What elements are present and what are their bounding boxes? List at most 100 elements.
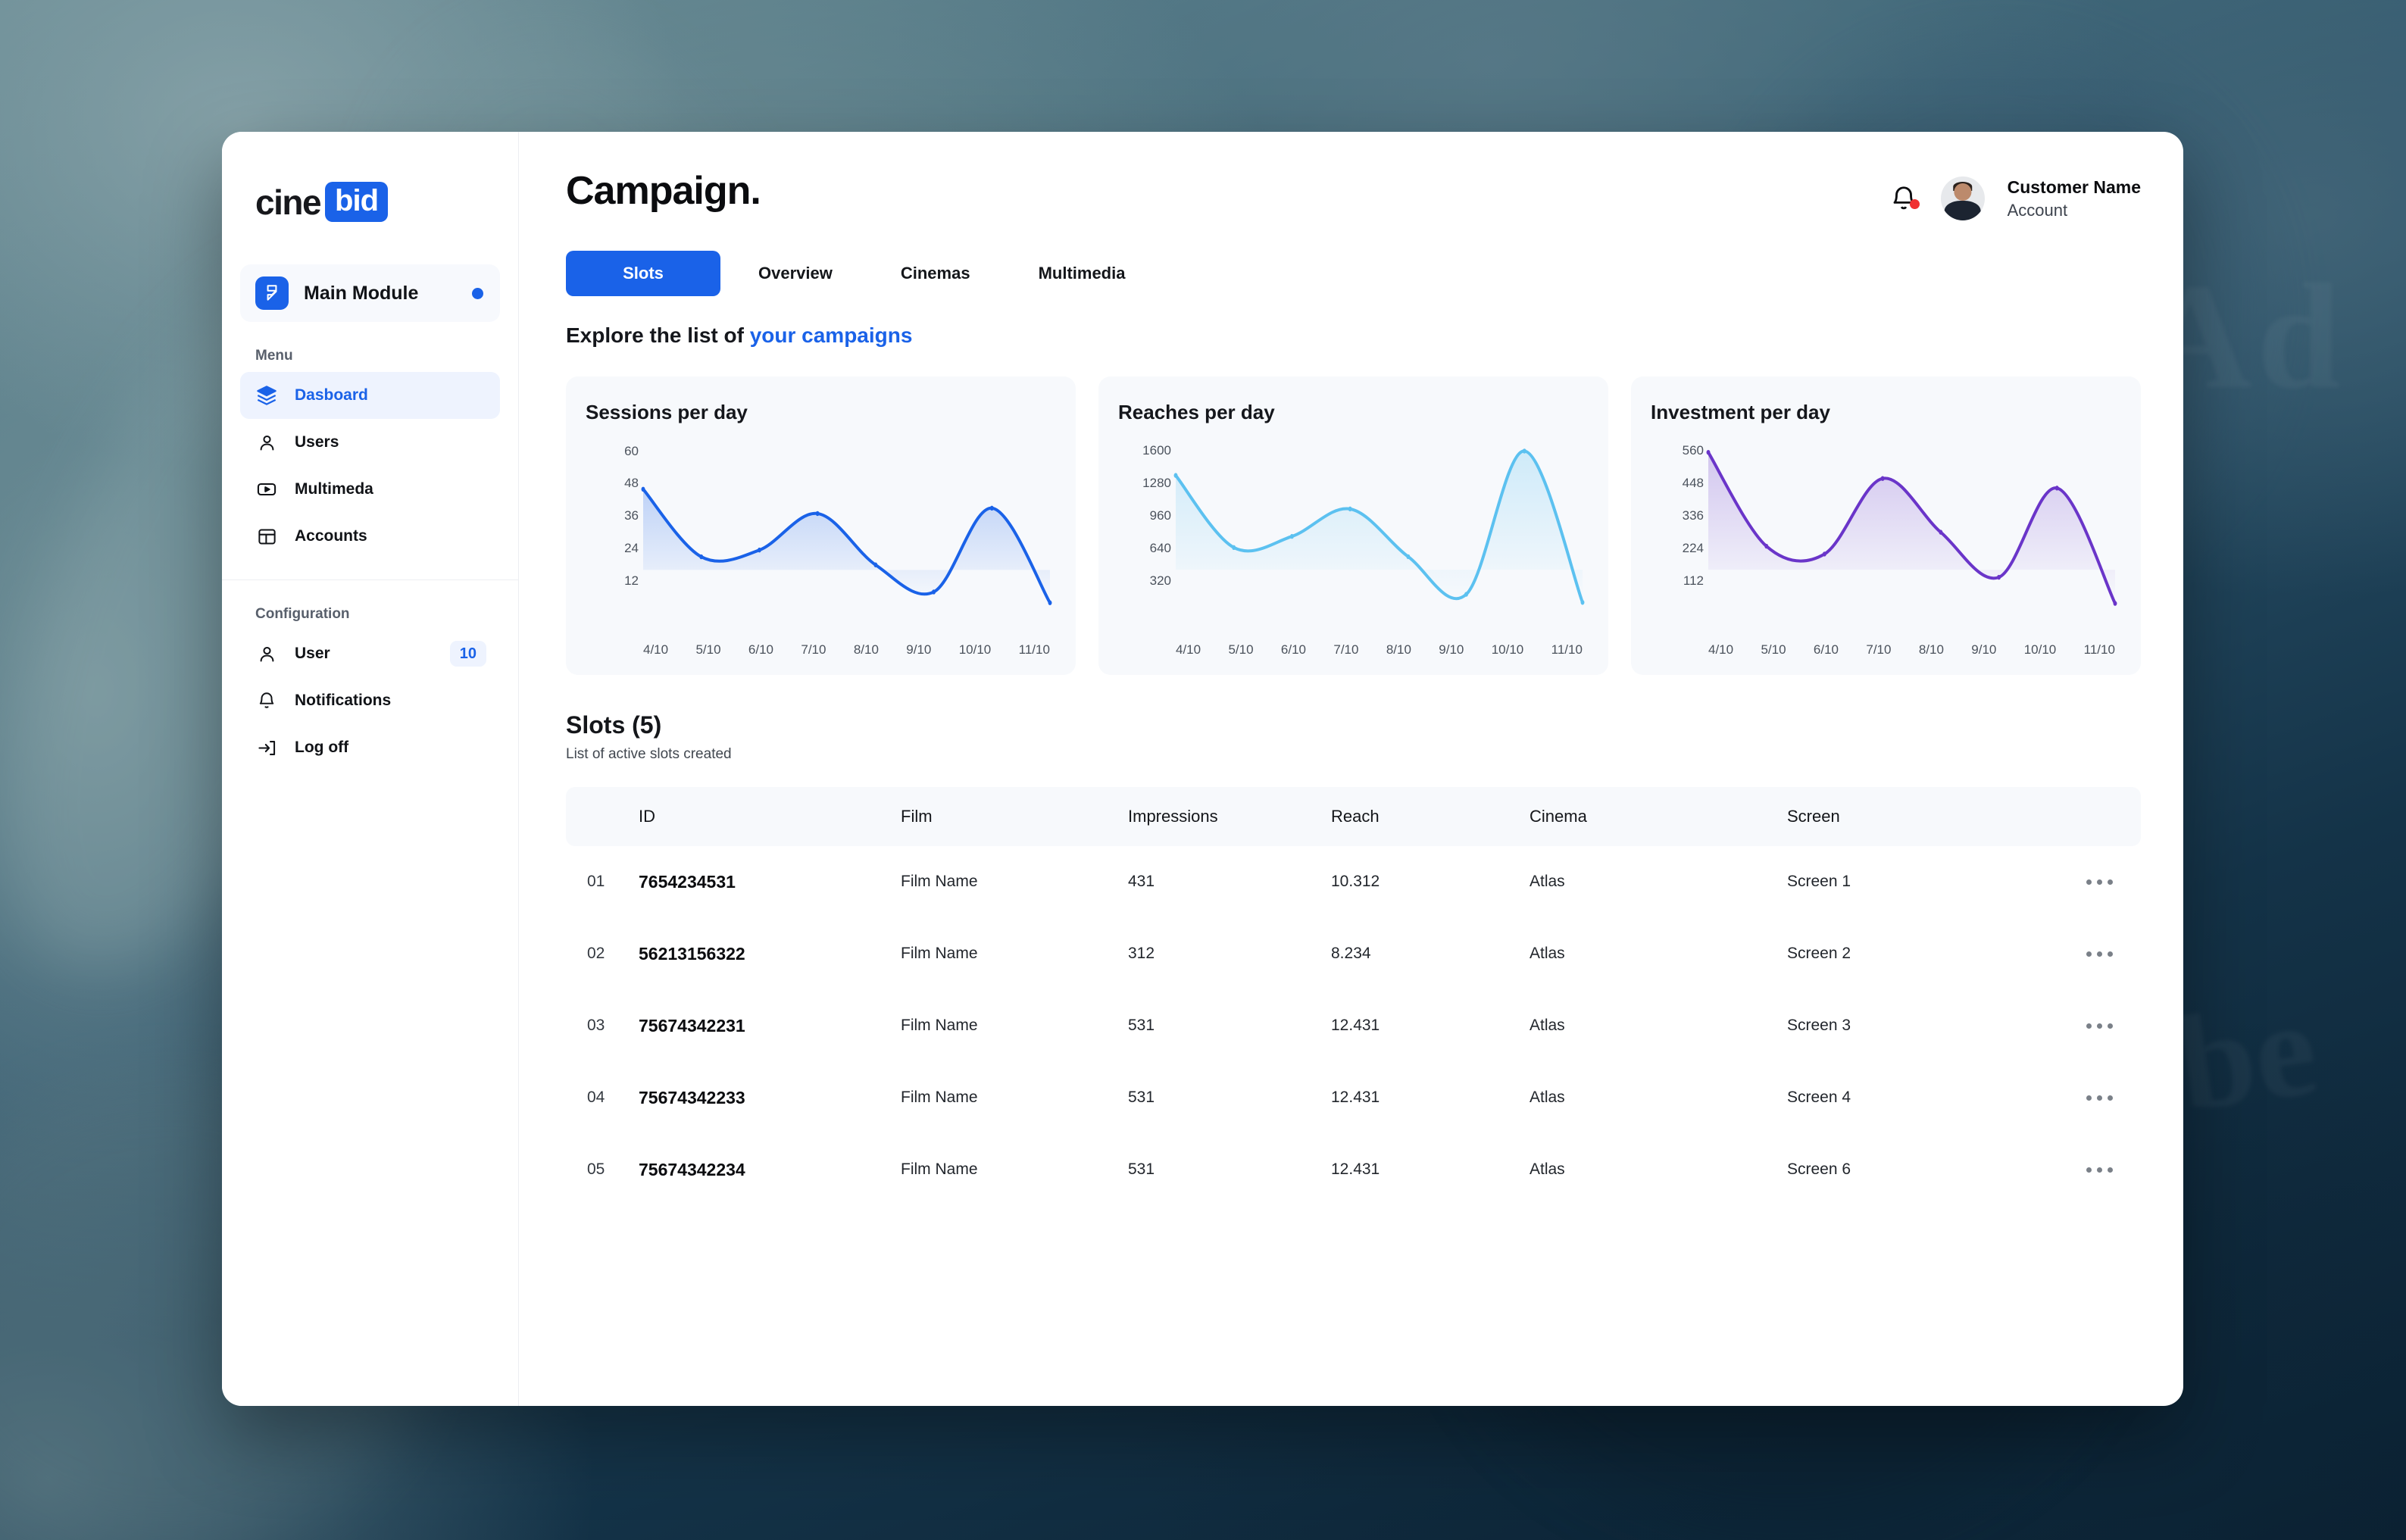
table-grid-icon [255,525,278,548]
chart-data-point [815,511,820,516]
bell-icon[interactable] [1889,184,1920,213]
table-row[interactable]: 03 75674342231 Film Name 531 12.431 Atlas Scre… [566,990,2141,1062]
y-axis-tick-label: 960 [1149,508,1171,523]
row-id: 75674342234 [639,1159,745,1179]
sidebar-item-accounts[interactable]: Accounts [240,513,500,560]
y-axis-tick-label: 320 [1149,573,1171,588]
chart-x-axis: 4/10 5/10 6/10 7/10 8/10 9/10 10/10 11/10 [1176,642,1583,658]
row-impressions: 531 [1128,1089,1155,1107]
sidebar-item-dasboard[interactable]: Dasboard [240,372,500,419]
bell-icon [255,689,278,712]
sidebar: cine bid Main Module Menu Dasboard Users… [222,132,519,1406]
tab-overview[interactable]: Overview [728,251,863,296]
chart-data-point [932,589,936,595]
more-options-icon [2086,1167,2113,1173]
user-info[interactable]: Customer Name Account [2008,176,2141,222]
chart-data-point [1939,529,1943,535]
table-row[interactable]: 02 56213156322 Film Name 312 8.234 Atlas Scree… [566,918,2141,990]
sidebar-item-log-off[interactable]: Log off [240,724,500,771]
app-logo[interactable]: cine bid [222,162,518,222]
your-campaigns-link[interactable]: your campaigns [750,323,913,347]
y-axis-tick-label: 48 [624,476,639,491]
sidebar-item-notifications[interactable]: Notifications [240,677,500,724]
table-header-impressions[interactable]: Impressions [1128,807,1331,826]
page-title: Campaign. [566,169,761,213]
sidebar-item-user[interactable]: User 10 [240,630,500,677]
tab-bar: Slots Overview Cinemas Multimedia [566,250,2141,296]
avatar[interactable] [1940,176,1985,221]
table-header-cinema[interactable]: Cinema [1530,807,1787,826]
sidebar-item-label: Notifications [295,692,392,709]
table-header-reach[interactable]: Reach [1331,807,1530,826]
video-play-icon [255,478,278,501]
x-axis-tick-label: 8/10 [853,642,879,657]
y-axis-tick-label: 1600 [1142,443,1171,458]
chart-data-point [1706,449,1711,455]
row-more-options-button[interactable] [2058,875,2141,889]
row-cinema: Atlas [1530,945,1565,963]
x-axis-tick-label: 10/10 [958,642,992,657]
sidebar-item-users[interactable]: Users [240,419,500,466]
row-more-options-button[interactable] [2058,1019,2141,1032]
row-impressions: 431 [1128,873,1155,891]
row-index: 03 [587,1017,605,1035]
y-axis-tick-label: 60 [624,443,639,458]
user-icon [255,431,278,454]
user-role: Account [2007,201,2068,220]
y-axis-tick-label: 560 [1682,442,1704,458]
row-impressions: 531 [1128,1160,1155,1179]
x-axis-tick-label: 10/10 [2023,642,2057,657]
row-more-options-button[interactable] [2058,1091,2141,1104]
table-row[interactable]: 01 7654234531 Film Name 431 10.312 Atlas Scree… [566,846,2141,918]
user-count-badge: 10 [449,641,486,667]
sidebar-item-label: Accounts [295,527,367,545]
logo-text-cine: cine [255,182,322,222]
y-axis-tick-label: 12 [624,573,639,588]
sidebar-item-label: User [295,645,330,662]
x-axis-tick-label: 5/10 [1228,642,1254,657]
row-reach: 8.234 [1331,945,1371,963]
app-window: cine bid Main Module Menu Dasboard Users… [222,132,2183,1406]
x-axis-tick-label: 6/10 [1813,642,1839,657]
row-reach: 12.431 [1331,1017,1380,1035]
chart-data-point [641,486,645,492]
row-cinema: Atlas [1530,1160,1565,1179]
x-axis-tick-label: 5/10 [695,642,721,657]
x-axis-tick-label: 6/10 [1280,642,1306,657]
table-header-id[interactable]: ID [639,807,901,826]
tab-cinemas[interactable]: Cinemas [870,251,1001,296]
slots-table: ID Film Impressions Reach Cinema Screen … [566,786,2141,1206]
x-axis-tick-label: 11/10 [2083,642,2115,657]
row-id: 7654234531 [639,871,736,892]
row-screen: Screen 3 [1787,1017,1851,1035]
row-more-options-button[interactable] [2058,1163,2141,1176]
table-header-screen[interactable]: Screen [1787,807,2058,826]
row-more-options-button[interactable] [2058,947,2141,961]
chart-data-point [1348,506,1352,511]
chart-card-reaches: Reaches per day 320 640 960 1280 1600 4/10 5/… [1098,376,1608,675]
x-axis-tick-label: 6/10 [748,642,773,657]
sidebar-item-multimeda[interactable]: Multimeda [240,466,500,513]
logout-icon [255,736,278,759]
x-axis-tick-label: 7/10 [1333,642,1359,657]
y-axis-tick-label: 336 [1682,508,1704,523]
row-id: 75674342231 [639,1015,745,1036]
tab-multimedia[interactable]: Multimedia [1008,251,1156,296]
x-axis-tick-label: 9/10 [1439,642,1464,657]
framer-logo-icon [255,276,289,310]
sidebar-item-label: Dasboard [295,386,368,404]
chart-data-point [1289,533,1294,539]
main-content: Campaign. Customer Name Account Slots Ov… [519,132,2183,1406]
row-screen: Screen 6 [1787,1160,1851,1179]
tab-slots[interactable]: Slots [566,250,720,296]
table-row[interactable]: 04 75674342233 Film Name 531 12.431 Atlas Scre… [566,1062,2141,1134]
chart-card-investment: Investment per day 112 224 336 448 560 4/10 5… [1631,376,2141,675]
main-module-selector[interactable]: Main Module [240,264,500,322]
chart-data-point [1232,545,1236,550]
y-axis-tick-label: 224 [1682,540,1704,555]
chart-area-fill [1708,451,2115,604]
table-row[interactable]: 05 75674342234 Film Name 531 12.431 Atlas Scre… [566,1134,2141,1206]
row-index: 04 [587,1089,605,1107]
y-axis-tick-label: 640 [1149,540,1171,555]
table-header-film[interactable]: Film [901,807,1128,826]
